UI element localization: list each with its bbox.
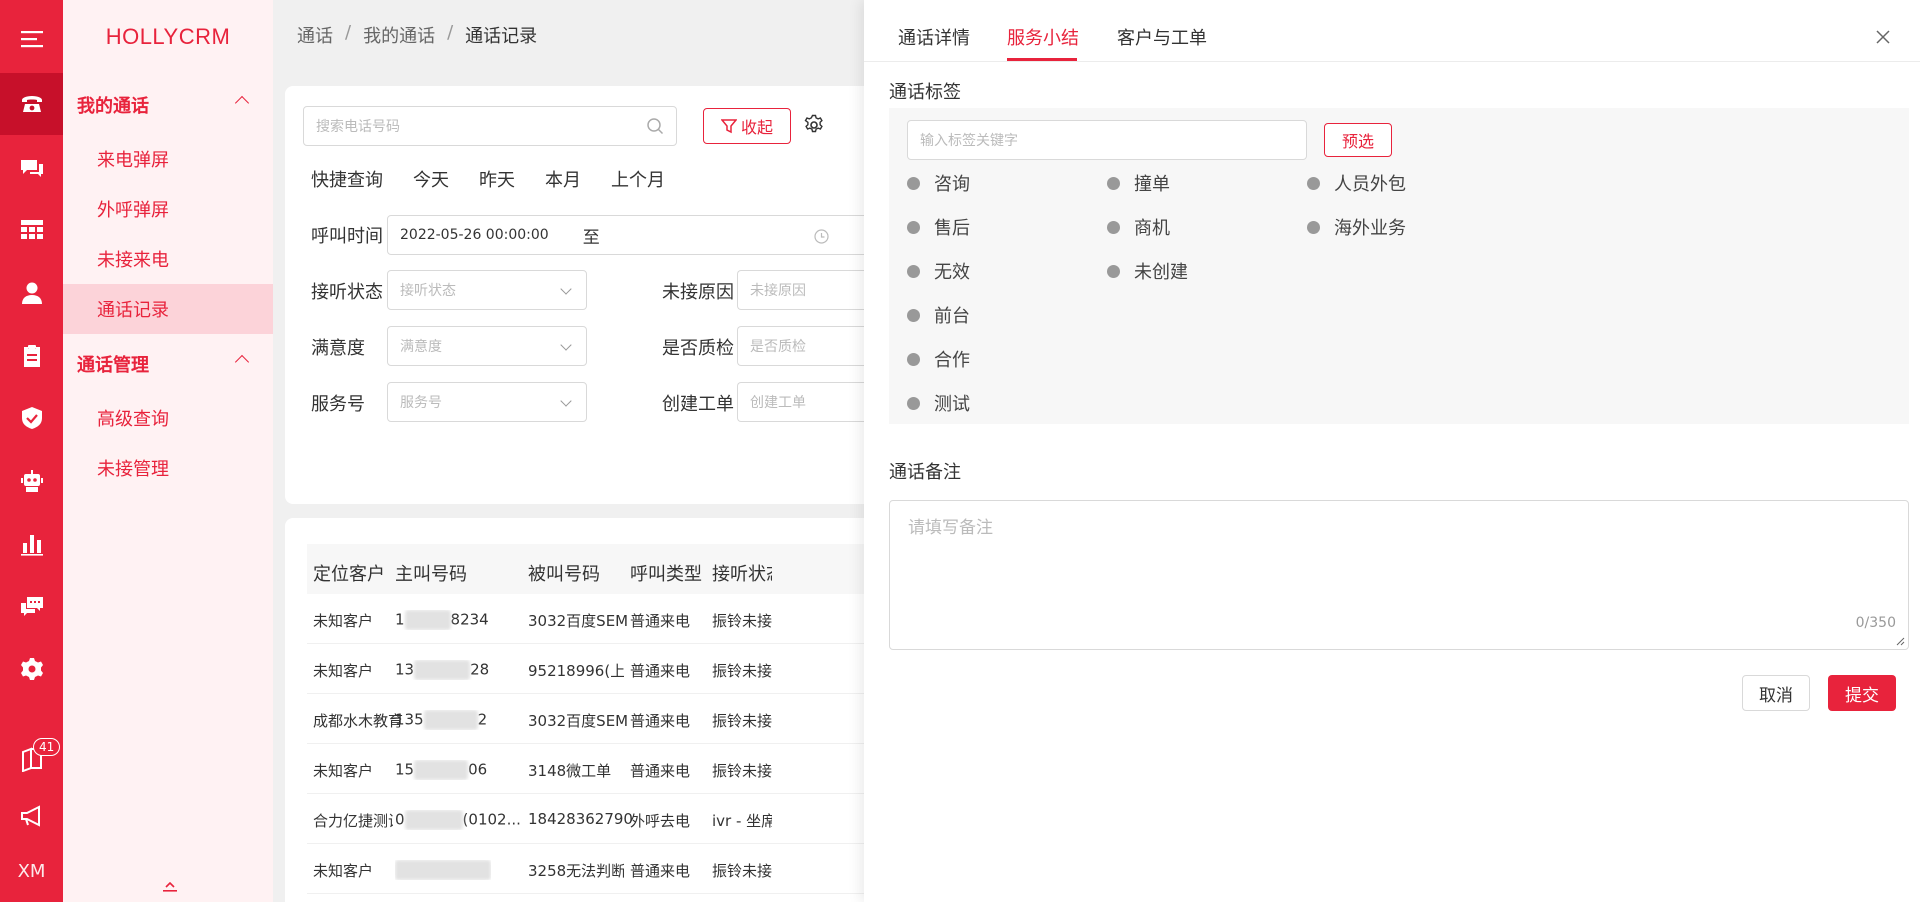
chat-icon[interactable] [0,137,63,199]
clock-icon [814,229,829,244]
table-header: 定位客户 主叫号码 被叫号码 呼叫类型 接听状态 [307,544,905,594]
tag-option[interactable]: 未创建 [1107,258,1188,284]
sidebar-item-missed-management[interactable]: 未接管理 [63,443,273,493]
miss-reason-label: 未接原因 [662,282,734,303]
search-icon[interactable] [646,117,664,135]
tag-option[interactable]: 无效 [907,258,970,284]
service-summary-drawer: 通话详情 服务小结 客户与工单 通话标签 输入标签关键字 预选 咨询 售后 无效… [864,0,1920,902]
side-navigation: HOLLYCRM 我的通话 来电弹屏 外呼弹屏 未接来电 通话记录 通话管理 高… [63,0,273,902]
call-records-table: 定位客户 主叫号码 被叫号码 呼叫类型 接听状态 未知客户 18234 3032… [285,518,905,902]
phone-icon[interactable] [0,73,63,135]
nav-group-call-management[interactable]: 通话管理 [63,339,273,389]
tag-panel: 输入标签关键字 预选 咨询 售后 无效 前台 合作 测试 撞单 商机 未创建 人… [889,108,1909,424]
quick-query: 快捷查询 今天 昨天 本月 上个月 [311,166,665,192]
table-row[interactable]: 未知客户 1 8234 3032百度SEM 普通来电 振铃未接 [307,594,905,644]
tag-option[interactable]: 撞单 [1107,170,1170,196]
menu-icon[interactable] [0,8,63,70]
submit-button[interactable]: 提交 [1828,675,1896,711]
tag-option[interactable]: 售后 [907,214,970,240]
tag-option[interactable]: 前台 [907,302,970,328]
call-time-label: 呼叫时间 [311,226,383,247]
message-icon[interactable] [0,576,63,638]
brand-logo: HOLLYCRM [105,24,231,49]
table-row[interactable]: 未知客户 1328 95218996(上海... 普通来电 振铃未接 [307,644,905,694]
tag-option[interactable]: 人员外包 [1307,170,1406,196]
create-ticket-label: 创建工单 [662,394,734,415]
active-tab-indicator [1007,58,1077,61]
tag-section-title: 通话标签 [889,82,961,103]
quality-check-label: 是否质检 [662,338,734,359]
chevron-down-icon [560,339,572,351]
chevron-down-icon [560,395,572,407]
filter-icon [720,119,737,134]
notification-badge: 41 [33,738,61,756]
table-row[interactable]: 成都水木教育 135 2 3032百度SEM 普通来电 振铃未接 [307,694,905,744]
sidebar-item-advanced-query[interactable]: 高级查询 [63,393,273,443]
tag-keyword-input[interactable]: 输入标签关键字 [907,120,1307,160]
sidebar-item-incoming-popup[interactable]: 来电弹屏 [63,134,273,184]
answer-status-label: 接听状态 [311,282,383,303]
chevron-down-icon [560,283,572,295]
tag-option[interactable]: 咨询 [907,170,970,196]
breadcrumb-item[interactable]: 我的通话 [363,22,435,48]
nav-group-my-calls[interactable]: 我的通话 [63,80,273,130]
chevron-up-icon [234,95,250,111]
table-row[interactable]: 未知客户 15 06 3148微工单 普通来电 振铃未接 [307,744,905,794]
filter-card: 搜索电话号码 收起 快捷查询 今天 昨天 本月 上个月 呼叫时间 2022-05… [285,86,905,504]
service-no-label: 服务号 [311,394,365,415]
quick-yesterday[interactable]: 昨天 [479,166,515,192]
icon-rail: 41 XM [0,0,63,902]
remark-textarea[interactable]: 请填写备注 0/350 [889,500,1909,650]
tab-call-details[interactable]: 通话详情 [898,24,970,50]
settings-icon[interactable] [803,114,825,136]
clipboard-icon[interactable] [0,325,63,387]
table-row[interactable]: 合力亿捷测试 0(0102... 18428362790 外呼去电 ivr - … [307,794,905,844]
call-time-range[interactable]: 2022-05-26 00:00:00 至 [387,215,905,255]
breadcrumb-item[interactable]: 通话 [297,22,333,48]
close-icon[interactable] [1876,30,1890,44]
shield-icon[interactable] [0,387,63,449]
breadcrumb: 通话 / 我的通话 / 通话记录 [297,22,538,48]
chevron-up-icon [234,354,250,370]
tab-customer-ticket[interactable]: 客户与工单 [1117,24,1207,50]
preselect-button[interactable]: 预选 [1324,123,1392,157]
answer-status-select[interactable]: 接听状态 [387,270,587,310]
sidebar-item-call-records[interactable]: 通话记录 [63,284,273,334]
collapse-button[interactable]: 收起 [703,108,791,144]
gear-icon[interactable] [0,638,63,700]
robot-icon[interactable] [0,450,63,512]
tag-option[interactable]: 海外业务 [1307,214,1406,240]
breadcrumb-current: 通话记录 [465,26,538,47]
cancel-button[interactable]: 取消 [1742,675,1810,711]
tab-service-summary[interactable]: 服务小结 [1007,24,1079,50]
service-no-select[interactable]: 服务号 [387,382,587,422]
grid-icon[interactable] [0,199,63,261]
sidebar-item-outbound-popup[interactable]: 外呼弹屏 [63,184,273,234]
person-icon[interactable] [0,262,63,324]
book-icon[interactable]: 41 [0,728,63,790]
resize-handle-icon[interactable] [1896,637,1905,646]
collapse-sidebar-icon[interactable] [163,882,177,892]
tag-option[interactable]: 合作 [907,346,970,372]
tag-option[interactable]: 测试 [907,390,970,416]
table-row[interactable]: 未知客户 3258无法判断-... 普通来电 振铃未接 [307,844,905,894]
megaphone-icon[interactable] [0,785,63,847]
user-initials[interactable]: XM [0,840,63,902]
search-input[interactable]: 搜索电话号码 [303,106,677,146]
sidebar-item-missed-calls[interactable]: 未接来电 [63,234,273,284]
tag-option[interactable]: 商机 [1107,214,1170,240]
drawer-tabs: 通话详情 服务小结 客户与工单 [864,0,1920,62]
satisfaction-label: 满意度 [311,338,365,359]
satisfaction-select[interactable]: 满意度 [387,326,587,366]
remark-section-title: 通话备注 [889,462,961,483]
bar-chart-icon[interactable] [0,513,63,575]
quick-this-month[interactable]: 本月 [545,166,581,192]
char-counter: 0/350 [1855,615,1896,631]
quick-today[interactable]: 今天 [413,166,449,192]
quick-last-month[interactable]: 上个月 [611,166,665,192]
